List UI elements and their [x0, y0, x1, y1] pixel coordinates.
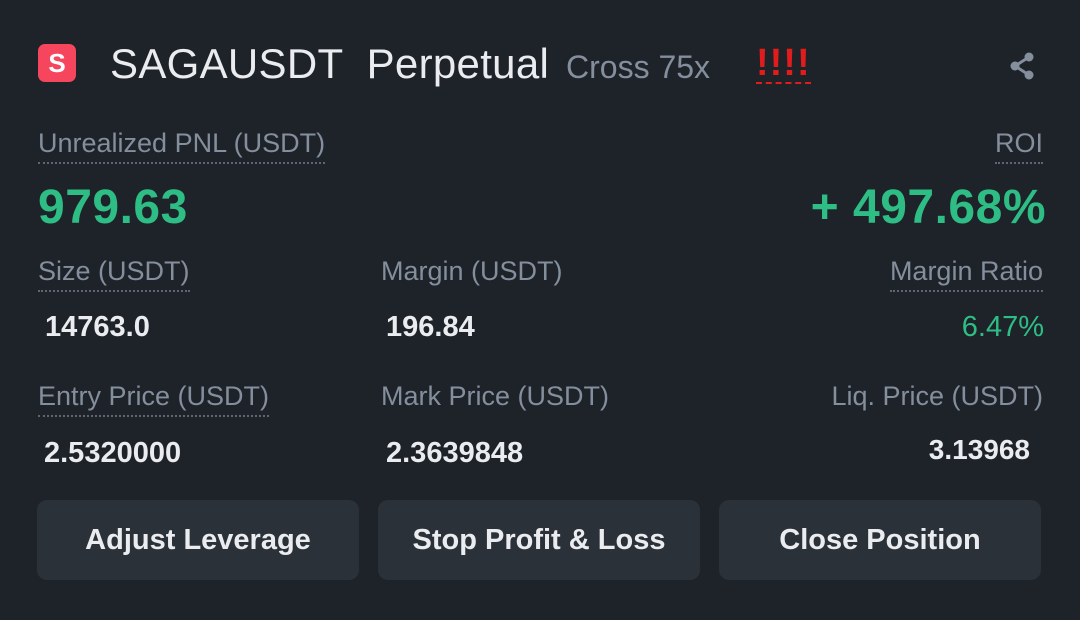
position-card: S SAGAUSDT Perpetual Cross 75x !!!! Unre… — [0, 0, 1080, 620]
roi-value: + 497.68% — [810, 181, 1046, 234]
margin-ratio-label[interactable]: Margin Ratio — [889, 256, 1043, 292]
margin-ratio-value: 6.47% — [961, 311, 1044, 343]
close-position-button[interactable]: Close Position — [719, 500, 1041, 580]
share-icon[interactable] — [1008, 52, 1036, 80]
entry-price-value: 2.5320000 — [44, 437, 182, 469]
size-value: 14763.0 — [45, 311, 150, 343]
margin-mode-leverage: Cross 75x — [566, 49, 711, 85]
stop-profit-loss-button[interactable]: Stop Profit & Loss — [378, 500, 700, 580]
margin-label: Margin (USDT) — [381, 256, 563, 286]
short-badge: S — [38, 44, 76, 82]
size-label[interactable]: Size (USDT) — [38, 256, 190, 292]
mark-price-label: Mark Price (USDT) — [381, 381, 609, 411]
liq-price-value: 3.13968 — [928, 434, 1030, 465]
mark-price-value: 2.3639848 — [386, 437, 524, 469]
roi-label[interactable]: ROI — [994, 128, 1043, 164]
entry-price-label[interactable]: Entry Price (USDT) — [38, 381, 270, 417]
liq-price-label: Liq. Price (USDT) — [831, 381, 1043, 411]
unrealized-pnl-value: 979.63 — [38, 181, 188, 234]
adjust-leverage-button[interactable]: Adjust Leverage — [37, 500, 359, 580]
contract-symbol[interactable]: SAGAUSDT Perpetual — [110, 40, 549, 88]
margin-value: 196.84 — [386, 311, 475, 343]
risk-indicator: !!!! — [756, 42, 811, 84]
position-header: S SAGAUSDT Perpetual Cross 75x !!!! — [38, 38, 1048, 98]
unrealized-pnl-label[interactable]: Unrealized PNL (USDT) — [38, 128, 326, 164]
